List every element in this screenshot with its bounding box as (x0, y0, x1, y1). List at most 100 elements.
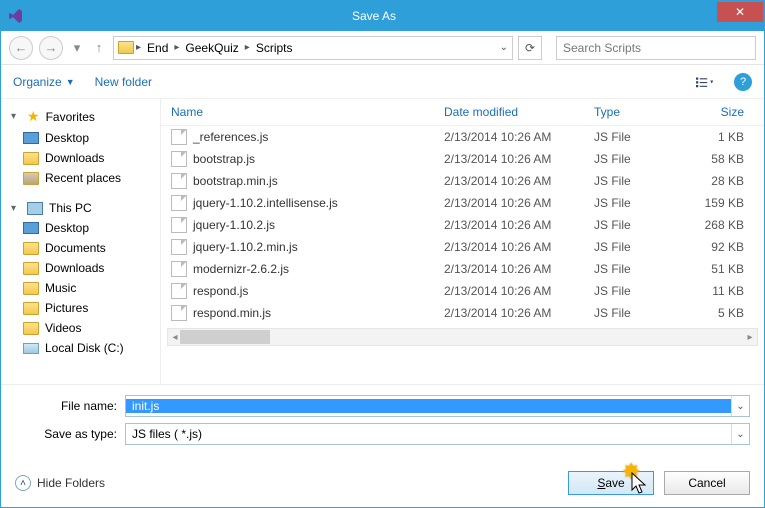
folder-icon (23, 282, 39, 295)
file-row[interactable]: respond.min.js2/13/2014 10:26 AMJS File5… (161, 302, 764, 324)
file-name: respond.js (193, 284, 248, 298)
tree-item[interactable]: Desktop (5, 218, 156, 238)
file-row[interactable]: _references.js2/13/2014 10:26 AMJS File1… (161, 126, 764, 148)
file-type: JS File (594, 174, 684, 188)
search-input[interactable]: Search Scripts (556, 36, 756, 60)
save-button[interactable]: Save (568, 471, 654, 495)
tree-item[interactable]: Recent places (5, 168, 156, 188)
column-headers: Name Date modified Type Size (161, 99, 764, 126)
chevron-down-icon[interactable]: ⌄ (731, 424, 749, 444)
tree-item[interactable]: Videos (5, 318, 156, 338)
file-list: _references.js2/13/2014 10:26 AMJS File1… (161, 126, 764, 324)
folder-icon (23, 322, 39, 335)
close-button[interactable]: ✕ (717, 2, 763, 22)
file-row[interactable]: jquery-1.10.2.intellisense.js2/13/2014 1… (161, 192, 764, 214)
help-button[interactable]: ? (734, 73, 752, 91)
forward-button[interactable]: → (39, 36, 63, 60)
file-name: bootstrap.js (193, 152, 255, 166)
scroll-right-icon[interactable]: ▸ (743, 329, 757, 345)
chevron-down-icon[interactable]: ⌄ (500, 42, 508, 53)
tree-item[interactable]: Local Disk (C:) (5, 338, 156, 358)
file-row[interactable]: bootstrap.js 2/13/2014 10:26 AMJS File58 … (161, 148, 764, 170)
file-date: 2/13/2014 10:26 AM (444, 284, 594, 298)
save-type-select[interactable]: JS files ( *.js) ⌄ (125, 423, 750, 445)
folder-icon (23, 302, 39, 315)
file-name: modernizr-2.6.2.js (193, 262, 289, 276)
tree-item[interactable]: Documents (5, 238, 156, 258)
file-size: 11 KB (684, 284, 754, 298)
cancel-button[interactable]: Cancel (664, 471, 750, 495)
refresh-button[interactable]: ⟳ (518, 36, 542, 60)
file-name: bootstrap.min.js (193, 174, 278, 188)
tree-item[interactable]: Desktop (5, 128, 156, 148)
tree-item[interactable]: Pictures (5, 298, 156, 318)
search-placeholder: Search Scripts (563, 41, 641, 55)
file-type: JS File (594, 130, 684, 144)
file-size: 28 KB (684, 174, 754, 188)
file-name: jquery-1.10.2.js (193, 218, 275, 232)
desktop-icon (23, 222, 39, 234)
file-type: JS File (594, 306, 684, 320)
file-row[interactable]: jquery-1.10.2.min.js2/13/2014 10:26 AMJS… (161, 236, 764, 258)
js-file-icon (171, 129, 187, 145)
js-file-icon (171, 195, 187, 211)
organize-menu[interactable]: Organize ▼ (13, 75, 75, 89)
file-row[interactable]: modernizr-2.6.2.js2/13/2014 10:26 AMJS F… (161, 258, 764, 280)
file-size: 58 KB (684, 152, 754, 166)
file-size: 159 KB (684, 196, 754, 210)
nav-tree: ▾★Favorites Desktop Downloads Recent pla… (1, 99, 161, 384)
titlebar: Save As ✕ (1, 1, 764, 31)
breadcrumb[interactable]: ▸ End ▸ GeekQuiz ▸ Scripts ⌄ (113, 36, 513, 60)
file-date: 2/13/2014 10:26 AM (444, 130, 594, 144)
window-title: Save As (31, 9, 717, 23)
up-button[interactable]: ↑ (91, 36, 107, 60)
chevron-down-icon[interactable]: ⌄ (731, 396, 749, 416)
tree-this-pc[interactable]: ▾This PC (5, 198, 156, 218)
new-folder-button[interactable]: New folder (95, 75, 152, 89)
file-type: JS File (594, 152, 684, 166)
view-options-button[interactable] (696, 73, 714, 91)
col-date[interactable]: Date modified (444, 105, 594, 119)
breadcrumb-seg[interactable]: Scripts (252, 41, 297, 55)
horizontal-scrollbar[interactable]: ◂ ▸ (167, 328, 758, 346)
js-file-icon (171, 239, 187, 255)
folder-icon (118, 41, 134, 54)
file-type: JS File (594, 240, 684, 254)
back-button[interactable]: ← (9, 36, 33, 60)
file-date: 2/13/2014 10:26 AM (444, 152, 594, 166)
desktop-icon (23, 132, 39, 144)
folder-icon (23, 262, 39, 275)
tree-item[interactable]: Music (5, 278, 156, 298)
star-icon: ★ (27, 108, 40, 125)
nav-row: ← → ▾ ↑ ▸ End ▸ GeekQuiz ▸ Scripts ⌄ ⟳ S… (1, 31, 764, 65)
toolbar: Organize ▼ New folder ? (1, 65, 764, 99)
scroll-thumb[interactable] (180, 330, 270, 344)
tree-item[interactable]: Downloads (5, 148, 156, 168)
tree-item[interactable]: Downloads (5, 258, 156, 278)
file-date: 2/13/2014 10:26 AM (444, 218, 594, 232)
file-row[interactable]: bootstrap.min.js2/13/2014 10:26 AMJS Fil… (161, 170, 764, 192)
col-name[interactable]: Name (171, 105, 444, 119)
js-file-icon (171, 261, 187, 277)
file-pane: Name Date modified Type Size _references… (161, 99, 764, 384)
chevron-right-icon: ▸ (245, 42, 250, 53)
js-file-icon (171, 217, 187, 233)
js-file-icon (171, 305, 187, 321)
save-fields: File name: init.js ⌄ Save as type: JS fi… (1, 384, 764, 463)
col-type[interactable]: Type (594, 105, 684, 119)
recent-locations-button[interactable]: ▾ (69, 36, 85, 60)
js-file-icon (171, 151, 187, 167)
folder-icon (23, 242, 39, 255)
file-size: 92 KB (684, 240, 754, 254)
hide-folders-button[interactable]: ˄ Hide Folders (15, 475, 105, 491)
tree-favorites[interactable]: ▾★Favorites (5, 105, 156, 128)
breadcrumb-seg[interactable]: GeekQuiz (181, 41, 242, 55)
file-date: 2/13/2014 10:26 AM (444, 262, 594, 276)
chevron-collapse-icon: ˄ (15, 475, 31, 491)
file-row[interactable]: jquery-1.10.2.js2/13/2014 10:26 AMJS Fil… (161, 214, 764, 236)
file-name-input[interactable]: init.js ⌄ (125, 395, 750, 417)
col-size[interactable]: Size (684, 105, 754, 119)
file-row[interactable]: respond.js2/13/2014 10:26 AMJS File11 KB (161, 280, 764, 302)
js-file-icon (171, 283, 187, 299)
breadcrumb-seg[interactable]: End (143, 41, 172, 55)
